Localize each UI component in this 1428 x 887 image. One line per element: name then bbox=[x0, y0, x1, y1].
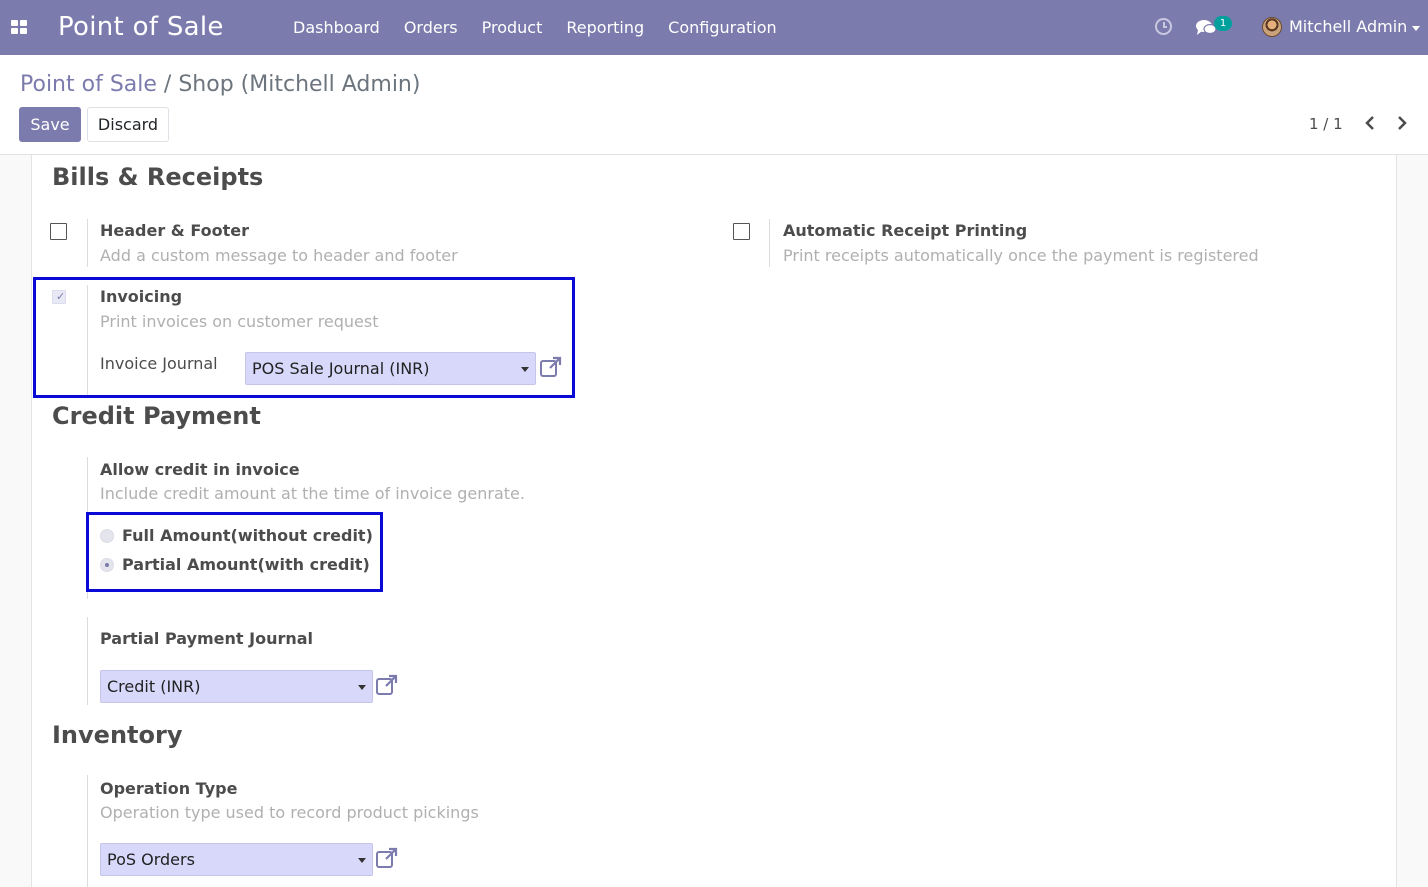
save-button[interactable]: Save bbox=[19, 107, 81, 142]
breadcrumb: Point of Sale / Shop (Mitchell Admin) bbox=[20, 72, 420, 97]
chevron-down-icon[interactable] bbox=[1412, 26, 1420, 31]
section-title-bills: Bills & Receipts bbox=[52, 163, 264, 191]
caret-down-icon bbox=[358, 685, 366, 690]
top-navbar: Point of Sale Dashboard Orders Product R… bbox=[0, 0, 1428, 55]
allow-credit-label: Allow credit in invoice bbox=[100, 460, 300, 479]
setting-divider bbox=[769, 219, 770, 267]
menu-orders[interactable]: Orders bbox=[392, 0, 470, 55]
partial-journal-label: Partial Payment Journal bbox=[100, 629, 314, 648]
operation-type-select[interactable]: PoS Orders bbox=[100, 843, 373, 876]
setting-divider bbox=[87, 219, 88, 267]
header-footer-label: Header & Footer bbox=[100, 221, 249, 240]
auto-print-help: Print receipts automatically once the pa… bbox=[783, 246, 1259, 265]
discard-button[interactable]: Discard bbox=[87, 107, 169, 142]
chevron-left-icon[interactable] bbox=[1364, 115, 1376, 131]
operation-type-help: Operation type used to record product pi… bbox=[100, 803, 479, 822]
user-menu[interactable]: Mitchell Admin bbox=[1289, 17, 1407, 36]
credit-options-highlight-box bbox=[86, 512, 383, 592]
header-footer-checkbox[interactable] bbox=[50, 223, 67, 240]
breadcrumb-separator: / bbox=[163, 72, 172, 97]
auto-print-checkbox[interactable] bbox=[733, 223, 750, 240]
breadcrumb-parent[interactable]: Point of Sale bbox=[20, 72, 157, 97]
breadcrumb-current: Shop (Mitchell Admin) bbox=[178, 72, 421, 97]
external-link-icon[interactable] bbox=[375, 847, 399, 869]
auto-print-label: Automatic Receipt Printing bbox=[783, 221, 1028, 240]
menu-configuration[interactable]: Configuration bbox=[656, 0, 789, 55]
menu-dashboard[interactable]: Dashboard bbox=[281, 0, 392, 55]
allow-credit-help: Include credit amount at the time of inv… bbox=[100, 484, 525, 503]
external-link-icon[interactable] bbox=[375, 674, 399, 696]
pager-value[interactable]: 1 / 1 bbox=[1309, 115, 1343, 133]
operation-type-value: PoS Orders bbox=[107, 850, 195, 869]
partial-journal-select[interactable]: Credit (INR) bbox=[100, 670, 373, 703]
control-panel: Point of Sale / Shop (Mitchell Admin) Sa… bbox=[0, 55, 1428, 155]
avatar[interactable] bbox=[1262, 17, 1282, 37]
section-title-credit: Credit Payment bbox=[52, 402, 261, 430]
setting-divider bbox=[87, 617, 88, 705]
caret-down-icon bbox=[358, 858, 366, 863]
clock-icon[interactable] bbox=[1155, 18, 1172, 35]
setting-divider bbox=[87, 775, 88, 887]
operation-type-label: Operation Type bbox=[100, 779, 238, 798]
header-footer-help: Add a custom message to header and foote… bbox=[100, 246, 458, 265]
invoicing-highlight-box bbox=[33, 277, 575, 398]
partial-journal-value: Credit (INR) bbox=[107, 677, 201, 696]
apps-grid-icon[interactable] bbox=[11, 20, 27, 34]
section-title-inventory: Inventory bbox=[52, 721, 183, 749]
menu-reporting[interactable]: Reporting bbox=[554, 0, 656, 55]
menu-product[interactable]: Product bbox=[470, 0, 555, 55]
app-brand[interactable]: Point of Sale bbox=[58, 12, 224, 42]
chat-count-badge: 1 bbox=[1214, 16, 1232, 31]
chevron-right-icon[interactable] bbox=[1396, 115, 1408, 131]
main-menu: Dashboard Orders Product Reporting Confi… bbox=[281, 0, 789, 55]
